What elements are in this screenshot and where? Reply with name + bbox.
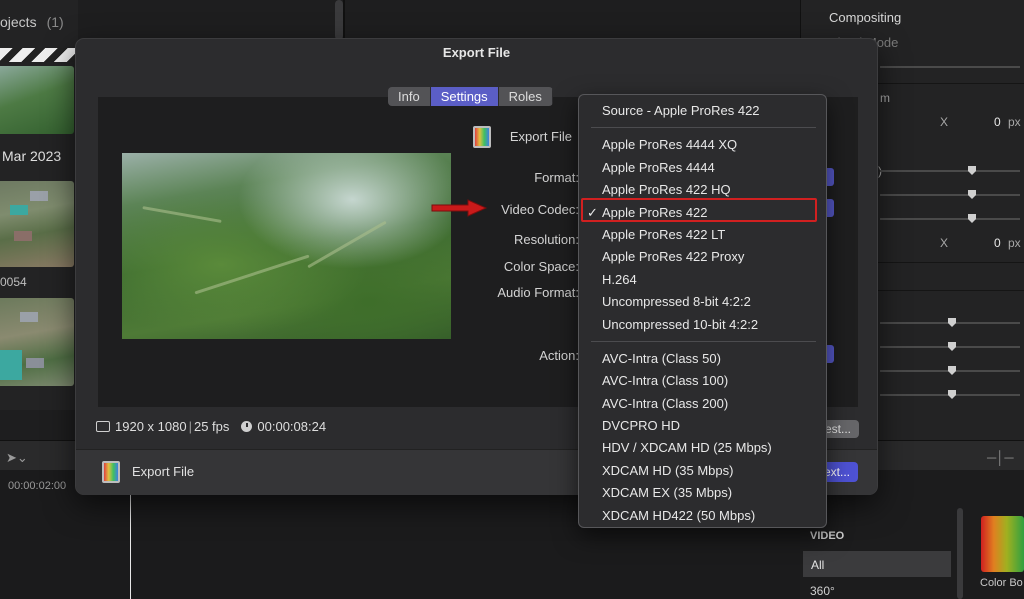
- duration-value: 00:00:08:24: [257, 419, 327, 434]
- codec-menu-item[interactable]: AVC-Intra (Class 50): [579, 348, 826, 370]
- resolution-icon: [96, 421, 110, 432]
- clip-thumbnail[interactable]: [0, 181, 74, 267]
- position-x-value[interactable]: 0: [994, 115, 1001, 129]
- preview-thumbnail: [122, 153, 451, 339]
- codec-menu-item[interactable]: XDCAM HD422 (50 Mbps): [579, 505, 826, 527]
- codec-menu-item[interactable]: AVC-Intra (Class 100): [579, 370, 826, 392]
- position-x-value-2[interactable]: 0: [994, 236, 1001, 250]
- menu-separator: [591, 340, 816, 342]
- codec-menu-item[interactable]: Apple ProRes 422 Proxy: [579, 246, 826, 268]
- video-codec-dropdown-menu: Source - Apple ProRes 422 Apple ProRes 44…: [578, 94, 827, 528]
- menu-separator: [591, 127, 816, 129]
- opacity-slider[interactable]: [880, 66, 1020, 68]
- select-tool-icon[interactable]: ➤⌄: [6, 450, 28, 466]
- audio-format-label: Audio Format:: [497, 285, 579, 300]
- effect-label: Color Bo: [980, 577, 1023, 589]
- codec-menu-item[interactable]: Apple ProRes 4444 XQ: [579, 134, 826, 156]
- projects-header: ojects (1): [0, 14, 64, 30]
- pane-divider: [343, 0, 345, 40]
- codec-menu-item[interactable]: HDV / XDCAM HD (25 Mbps): [579, 437, 826, 459]
- media-info-bar: 1920 x 1080 | 25 fps 00:00:08:24: [96, 419, 326, 434]
- clapperboard-icon: [0, 48, 78, 62]
- codec-menu-item[interactable]: Source - Apple ProRes 422: [579, 100, 826, 122]
- codec-menu-item[interactable]: XDCAM HD (35 Mbps): [579, 460, 826, 482]
- fps-value: 25 fps: [193, 419, 230, 434]
- effects-category-heading: VIDEO: [810, 530, 845, 542]
- clip-thumbnail[interactable]: [0, 298, 74, 386]
- position-x-unit-2: px: [1008, 236, 1021, 250]
- effects-category-all[interactable]: All: [803, 551, 951, 577]
- dialog-title: Export File: [442, 45, 511, 60]
- position-x-unit: px: [1008, 115, 1021, 129]
- inspector-slider[interactable]: [880, 170, 1020, 172]
- projects-label: ojects: [0, 14, 37, 30]
- inspector-zoom-label: m: [880, 91, 890, 105]
- tab-info[interactable]: Info: [388, 87, 431, 106]
- codec-menu-item[interactable]: AVC-Intra (Class 200): [579, 393, 826, 415]
- footer-destination-label: Export File: [132, 464, 195, 479]
- codec-menu-item[interactable]: DVCPRO HD: [579, 415, 826, 437]
- codec-menu-item[interactable]: Apple ProRes 422 LT: [579, 224, 826, 246]
- video-codec-label: Video Codec:: [501, 202, 579, 217]
- playhead[interactable]: [130, 490, 131, 599]
- color-space-label: Color Space:: [503, 259, 579, 274]
- resolution-value: 1920 x 1080: [115, 419, 187, 434]
- effects-scrollbar[interactable]: [957, 508, 963, 599]
- tab-roles[interactable]: Roles: [498, 87, 553, 106]
- browser-scrollbar[interactable]: [335, 0, 343, 40]
- export-file-label: Export File: [509, 129, 572, 144]
- effect-thumbnail[interactable]: [981, 516, 1024, 572]
- codec-menu-item[interactable]: H.264: [579, 269, 826, 291]
- dialog-tabs: Info Settings Roles: [388, 87, 553, 106]
- action-label: Action:: [539, 348, 579, 363]
- format-label: Format:: [534, 170, 579, 185]
- resolution-label: Resolution:: [513, 232, 579, 247]
- tab-settings[interactable]: Settings: [430, 87, 499, 106]
- codec-menu-item[interactable]: XDCAM EX (35 Mbps): [579, 482, 826, 504]
- codec-menu-item[interactable]: Apple ProRes 4444: [579, 157, 826, 179]
- clip-thumbnail[interactable]: [0, 66, 74, 134]
- codec-menu-item[interactable]: Uncompressed 8-bit 4:2:2: [579, 291, 826, 313]
- position-x-label-2: X: [940, 236, 949, 250]
- codec-menu-item[interactable]: Uncompressed 10-bit 4:2:2: [579, 314, 826, 336]
- info-separator: |: [188, 419, 192, 434]
- projects-count: (1): [46, 14, 64, 30]
- clip-appearance-icon[interactable]: ─│─: [987, 450, 1014, 465]
- clip-number: 0054: [0, 275, 27, 289]
- effects-category-360[interactable]: 360°: [810, 584, 835, 598]
- timeline-timecode: 00:00:02:00: [8, 480, 67, 492]
- export-file-footer-icon: [102, 461, 120, 483]
- date-group-label: Mar 2023: [2, 148, 62, 164]
- position-x-label: X: [940, 115, 949, 129]
- selected-codec-highlight: [581, 198, 817, 222]
- inspector-slider[interactable]: [880, 218, 1020, 220]
- inspector-compositing-title: Compositing: [829, 10, 902, 25]
- clock-icon: [241, 421, 253, 432]
- inspector-slider[interactable]: [880, 194, 1020, 196]
